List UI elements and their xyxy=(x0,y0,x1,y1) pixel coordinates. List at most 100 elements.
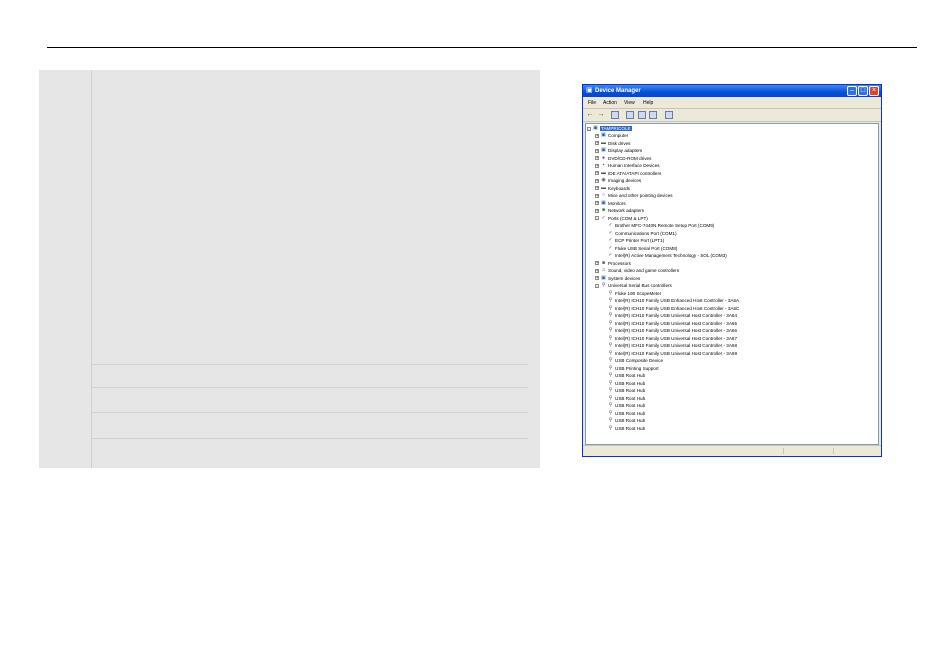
tree-item-computer[interactable]: + ▣ Computer xyxy=(595,132,628,139)
expand-icon[interactable]: + xyxy=(595,208,599,213)
tree-item-usb-device[interactable]: ⚲ USB Root Hub xyxy=(608,402,645,409)
properties-icon[interactable] xyxy=(611,111,619,119)
tree-root[interactable]: - ▣ TAMPRICOLE xyxy=(587,125,632,132)
tree-item-port[interactable]: ✓ Brother MFC-7440N Remote Setup Port (CO… xyxy=(608,222,714,229)
menu-action[interactable]: Action xyxy=(603,99,617,107)
usb-icon: ⚲ xyxy=(608,304,613,311)
expand-icon[interactable]: + xyxy=(595,193,599,198)
tree-item-usb-device[interactable]: ⚲ USB Root Hub xyxy=(608,387,645,394)
expand-icon[interactable]: + xyxy=(595,201,599,206)
usb-icon: ⚲ xyxy=(608,409,613,416)
device-manager-window: ▣ Device Manager – □ × File Action View … xyxy=(582,84,882,457)
usb-icon: ⚲ xyxy=(608,319,613,326)
usb-icon: ⚲ xyxy=(608,312,613,319)
device-tree[interactable]: - ▣ TAMPRICOLE + ▣ Computer + ▬ Disk drives + ▣… xyxy=(585,123,879,445)
menu-file[interactable]: File xyxy=(588,99,596,107)
ide-controller-icon: ▬ xyxy=(601,169,606,176)
collapse-icon[interactable]: - xyxy=(595,216,599,221)
help-icon[interactable] xyxy=(638,111,646,119)
expand-icon[interactable]: + xyxy=(595,156,599,161)
back-icon[interactable]: ← xyxy=(586,111,594,119)
tree-item-usb-device[interactable]: ⚲ Intel(R) ICH10 Family USB Universal Hos… xyxy=(608,350,737,357)
expand-icon[interactable]: + xyxy=(595,141,599,146)
close-button[interactable]: × xyxy=(869,86,879,96)
tree-item-usb-device[interactable]: ⚲ USB Root Hub xyxy=(608,372,645,379)
usb-icon: ⚲ xyxy=(608,402,613,409)
tree-item-ports[interactable]: - ✓ Ports (COM & LPT) xyxy=(595,215,648,222)
tree-item-mice[interactable]: + ○ Mice and other pointing devices xyxy=(595,192,673,199)
collapse-icon[interactable]: - xyxy=(595,283,599,288)
tree-item-port[interactable]: ✓ ECP Printer Port (LPT1) xyxy=(608,237,664,244)
tree-item-imaging-devices[interactable]: + ◉ Imaging devices xyxy=(595,177,641,184)
tree-item-system-devices[interactable]: + ▣ System devices xyxy=(595,275,640,282)
tree-item-usb-device[interactable]: ⚲ USB Composite Device xyxy=(608,357,663,364)
tree-item-monitors[interactable]: + ▣ Monitors xyxy=(595,200,626,207)
tree-item-processors[interactable]: + ■ Processors xyxy=(595,260,631,267)
expand-icon[interactable]: + xyxy=(595,268,599,273)
expand-icon[interactable]: + xyxy=(595,178,599,183)
port-icon: ✓ xyxy=(608,244,613,251)
tree-item-usb-device[interactable]: ⚲ Intel(R) ICH10 Family USB Universal Hos… xyxy=(608,327,737,334)
tree-item-usb-device[interactable]: ⚲ Intel(R) ICH10 Family USB Universal Hos… xyxy=(608,312,737,319)
expand-icon[interactable]: + xyxy=(595,186,599,191)
port-icon: ✓ xyxy=(601,214,606,221)
expand-icon[interactable]: + xyxy=(595,276,599,281)
usb-icon: ⚲ xyxy=(608,357,613,364)
tree-item-disk-drives[interactable]: + ▬ Disk drives xyxy=(595,140,630,147)
expand-icon[interactable]: + xyxy=(595,133,599,138)
tree-item-port[interactable]: ✓ Fluke USB Serial Port (COM8) xyxy=(608,245,677,252)
header-rule xyxy=(47,47,917,48)
tree-item-usb-device[interactable]: ⚲ USB Root Hub xyxy=(608,410,645,417)
tree-item-usb-device[interactable]: ⚲ Fluke 190 ScopeMeter xyxy=(608,290,662,297)
expand-icon[interactable]: + xyxy=(595,163,599,168)
window-titlebar[interactable]: ▣ Device Manager – □ × xyxy=(583,85,881,97)
tree-item-usb-device[interactable]: ⚲ USB Root Hub xyxy=(608,395,645,402)
usb-icon: ⚲ xyxy=(608,334,613,341)
camera-icon: ◉ xyxy=(601,177,606,184)
menu-help[interactable]: Help xyxy=(643,99,653,107)
tree-item-usb-device[interactable]: ⚲ Intel(R) ICH10 Family USB Enhanced Host… xyxy=(608,304,740,312)
tree-item-dvd-drives[interactable]: + ● DVD/CD-ROM drives xyxy=(595,155,651,162)
tree-item-usb-device[interactable]: ⚲ Intel(R) ICH10 Family USB Enhanced Host… xyxy=(608,297,739,304)
scan-icon[interactable] xyxy=(649,111,657,119)
usb-icon: ⚲ xyxy=(608,327,613,334)
tree-item-display-adapters[interactable]: + ▣ Display adapters xyxy=(595,147,642,154)
minimize-button[interactable]: – xyxy=(847,86,857,96)
tree-item-usb-device[interactable]: ⚲ USB Root Hub xyxy=(608,425,645,432)
status-bar xyxy=(583,445,881,456)
table-row-divider xyxy=(91,364,528,365)
tree-item-sound-video[interactable]: + ♫ Sound, video and game controllers xyxy=(595,267,679,274)
tree-item-usb-device[interactable]: ⚲ Intel(R) ICH10 Family USB Universal Hos… xyxy=(608,335,737,342)
mouse-icon: ○ xyxy=(601,192,606,199)
expand-icon[interactable]: + xyxy=(595,171,599,176)
tree-item-port[interactable]: ✓ Communications Port (COM1) xyxy=(608,230,676,237)
tree-item-network-adapters[interactable]: + ■ Network adapters xyxy=(595,207,644,214)
port-icon: ✓ xyxy=(608,237,613,244)
tree-item-usb-device[interactable]: ⚲ USB Printing Support xyxy=(608,365,659,372)
port-icon: ✓ xyxy=(608,252,613,259)
usb-icon: ⚲ xyxy=(608,394,613,401)
expand-icon[interactable]: + xyxy=(595,148,599,153)
update-driver-icon[interactable] xyxy=(665,111,673,119)
collapse-icon[interactable]: - xyxy=(587,126,591,131)
network-adapter-icon: ■ xyxy=(601,207,606,214)
window-title: Device Manager xyxy=(595,88,641,94)
monitor-icon: ▣ xyxy=(601,199,606,206)
tree-item-port[interactable]: ✓ Intel(R) Active Management Technology -… xyxy=(608,252,726,259)
tree-item-usb-device[interactable]: ⚲ USB Root Hub xyxy=(608,380,645,387)
expand-icon[interactable]: + xyxy=(595,261,599,266)
forward-icon[interactable]: → xyxy=(597,111,605,119)
menu-view[interactable]: View xyxy=(624,99,635,107)
tree-item-keyboards[interactable]: + ▬ Keyboards xyxy=(595,185,630,192)
tree-item-usb-device[interactable]: ⚲ Intel(R) ICH10 Family USB Universal Hos… xyxy=(608,342,737,349)
tree-item-ide-controllers[interactable]: + ▬ IDE ATA/ATAPI controllers xyxy=(595,170,661,177)
table-row-divider xyxy=(91,387,528,388)
maximize-button[interactable]: □ xyxy=(858,86,868,96)
tree-item-hid[interactable]: + ▪ Human Interface Devices xyxy=(595,162,660,169)
tree-item-usb-device[interactable]: ⚲ Intel(R) ICH10 Family USB Universal Hos… xyxy=(608,320,737,327)
tree-item-usb-device[interactable]: ⚲ USB Root Hub xyxy=(608,417,645,424)
print-icon[interactable] xyxy=(626,111,634,119)
menu-bar: File Action View Help xyxy=(583,98,881,108)
processor-icon: ■ xyxy=(601,259,606,266)
tree-item-usb-controllers[interactable]: - ⚲ Universal Serial Bus controllers xyxy=(595,282,672,289)
